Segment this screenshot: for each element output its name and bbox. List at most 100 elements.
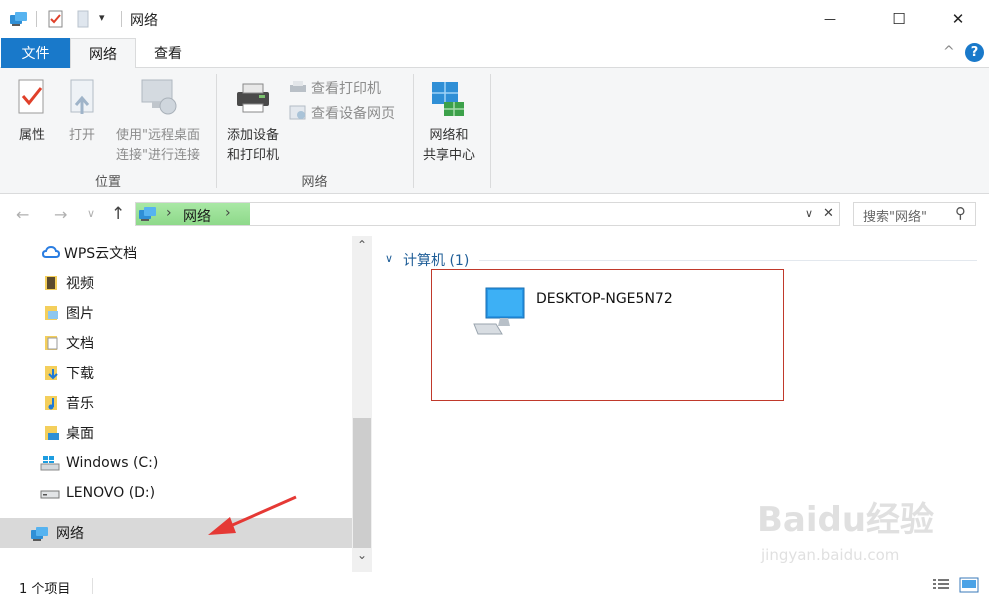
recent-locations-button[interactable]: ∨ bbox=[87, 207, 95, 220]
properties-button[interactable]: 属性 bbox=[8, 74, 56, 154]
close-icon: ✕ bbox=[951, 10, 965, 28]
help-button[interactable]: ? bbox=[965, 43, 984, 62]
nav-item-label: 音乐 bbox=[66, 396, 94, 412]
nav-item-label: WPS云文档 bbox=[64, 246, 138, 262]
group-header[interactable]: 计算机 (1) bbox=[403, 250, 469, 270]
tab-view[interactable]: 查看 bbox=[137, 38, 199, 68]
search-input[interactable]: 搜索"网络" bbox=[863, 206, 927, 225]
nav-item-documents[interactable]: 文档 bbox=[0, 328, 352, 358]
annotation-arrow bbox=[208, 495, 297, 535]
maximize-button[interactable]: ☐ bbox=[876, 0, 922, 38]
nav-item-downloads[interactable]: 下载 bbox=[0, 358, 352, 388]
cloud-icon bbox=[41, 245, 61, 261]
search-icon[interactable]: ⚲ bbox=[955, 204, 966, 222]
remote-desktop-label-line1: 使用"远程桌面 bbox=[116, 128, 200, 143]
minimize-button[interactable]: — bbox=[807, 0, 853, 38]
back-button[interactable]: ← bbox=[16, 205, 29, 224]
minimize-icon: — bbox=[824, 12, 836, 26]
collapse-ribbon-icon[interactable]: ^ bbox=[943, 44, 955, 60]
nav-item-wps-cloud[interactable]: WPS云文档 bbox=[0, 238, 352, 268]
nav-item-label: 文档 bbox=[66, 336, 94, 352]
music-folder-icon bbox=[44, 395, 60, 411]
network-sharing-center-label-line2: 共享中心 bbox=[422, 148, 475, 163]
address-bar[interactable]: › 网络 › ∨ ✕ bbox=[135, 202, 840, 226]
network-sharing-center-label-line1: 网络和 bbox=[429, 128, 469, 143]
watermark-line1: Baidu经验 bbox=[757, 500, 935, 540]
group-divider bbox=[479, 260, 977, 261]
add-devices-label-line1: 添加设备 bbox=[226, 128, 279, 143]
network-location-icon bbox=[138, 205, 158, 227]
view-device-page-button[interactable]: 查看设备网页 bbox=[289, 102, 413, 124]
ribbon: 属性 打开 使用"远程桌面 连接"进行连接 位置 添加设备 和打印机 查看打印机… bbox=[0, 68, 989, 194]
search-box[interactable]: 搜索"网络" ⚲ bbox=[853, 202, 976, 226]
desktop-folder-icon bbox=[44, 425, 60, 441]
network-sharing-center-button[interactable]: 网络和 共享中心 bbox=[416, 74, 482, 164]
forward-button[interactable]: → bbox=[54, 205, 67, 224]
navigation-pane: WPS云文档 视频 图片 文档 下载 音乐 桌面 Windows (C:) LE… bbox=[0, 236, 372, 572]
up-button[interactable]: ↑ bbox=[111, 204, 125, 224]
status-bar: 1 个项目 bbox=[0, 572, 989, 601]
scroll-down-icon[interactable]: ⌄ bbox=[357, 548, 367, 562]
scroll-up-icon[interactable]: ⌃ bbox=[357, 238, 367, 252]
group-collapse-icon[interactable]: ∨ bbox=[385, 252, 393, 265]
properties-quick-icon[interactable] bbox=[47, 10, 65, 28]
downloads-folder-icon bbox=[44, 365, 60, 381]
title-bar: ▾ 网络 — ☐ ✕ bbox=[0, 0, 989, 38]
view-device-page-label: 查看设备网页 bbox=[311, 106, 395, 122]
add-devices-button[interactable]: 添加设备 和打印机 bbox=[220, 74, 286, 164]
network-sharing-center-icon bbox=[430, 80, 466, 122]
watermark-logo: Baidu经验 jingyan.baidu.com bbox=[757, 492, 987, 572]
content-pane: ∨ 计算机 (1) DESKTOP-NGE5N72 Baidu经验 jingya… bbox=[374, 236, 989, 572]
quick-access-dropdown-icon[interactable]: ▾ bbox=[99, 11, 105, 24]
documents-folder-icon bbox=[44, 335, 60, 351]
nav-item-pictures[interactable]: 图片 bbox=[0, 298, 352, 328]
nav-item-videos[interactable]: 视频 bbox=[0, 268, 352, 298]
nav-item-label: 图片 bbox=[66, 306, 94, 322]
computer-icon bbox=[472, 286, 528, 340]
details-view-icon[interactable] bbox=[932, 578, 950, 596]
view-device-page-icon bbox=[289, 105, 307, 121]
open-button[interactable]: 打开 bbox=[60, 74, 104, 154]
nav-item-label: 视频 bbox=[66, 276, 94, 292]
address-dropdown-icon[interactable]: ∨ bbox=[805, 207, 813, 220]
nav-scrollbar-thumb[interactable] bbox=[353, 418, 371, 548]
clear-address-icon[interactable]: ✕ bbox=[823, 206, 834, 221]
view-printers-label: 查看打印机 bbox=[311, 81, 381, 97]
close-button[interactable]: ✕ bbox=[935, 0, 981, 38]
breadcrumb-separator[interactable]: › bbox=[225, 205, 231, 221]
remote-desktop-icon bbox=[138, 76, 180, 122]
window-title: 网络 bbox=[130, 13, 158, 29]
new-folder-quick-icon[interactable] bbox=[75, 10, 91, 28]
view-printers-button[interactable]: 查看打印机 bbox=[289, 77, 409, 99]
status-separator bbox=[92, 578, 93, 594]
properties-icon bbox=[17, 78, 47, 120]
videos-folder-icon bbox=[44, 275, 60, 291]
breadcrumb: › 网络 › bbox=[136, 203, 250, 225]
nav-item-label: LENOVO (D:) bbox=[66, 485, 156, 501]
navigation-bar: ← → ∨ ↑ › 网络 › ∨ ✕ 搜索"网络" ⚲ bbox=[0, 195, 989, 235]
network-group-label: 网络 bbox=[301, 175, 328, 190]
tab-network[interactable]: 网络 bbox=[70, 38, 136, 69]
remote-desktop-button[interactable]: 使用"远程桌面 连接"进行连接 bbox=[106, 74, 210, 164]
breadcrumb-separator[interactable]: › bbox=[166, 205, 172, 221]
nav-item-desktop[interactable]: 桌面 bbox=[0, 418, 352, 448]
nav-item-label: 网络 bbox=[56, 526, 84, 542]
network-app-icon bbox=[9, 10, 29, 28]
breadcrumb-network[interactable]: 网络 bbox=[183, 206, 211, 226]
remote-desktop-label-line2: 连接"进行连接 bbox=[116, 148, 200, 163]
large-icons-view-icon[interactable] bbox=[959, 577, 979, 597]
nav-item-music[interactable]: 音乐 bbox=[0, 388, 352, 418]
printer-icon bbox=[233, 80, 273, 120]
open-label: 打开 bbox=[68, 128, 95, 143]
computer-name: DESKTOP-NGE5N72 bbox=[536, 291, 673, 307]
properties-label: 属性 bbox=[18, 128, 45, 143]
nav-item-windows-c[interactable]: Windows (C:) bbox=[0, 448, 352, 478]
drive-icon bbox=[40, 485, 60, 501]
tab-file[interactable]: 文件 bbox=[1, 38, 70, 68]
nav-item-label: 桌面 bbox=[66, 426, 94, 442]
nav-item-label: 下载 bbox=[66, 366, 94, 382]
computer-item[interactable]: DESKTOP-NGE5N72 bbox=[431, 269, 784, 401]
add-devices-label-line2: 和打印机 bbox=[226, 148, 279, 163]
view-printers-icon bbox=[289, 80, 307, 96]
item-count: 1 个项目 bbox=[19, 582, 71, 597]
